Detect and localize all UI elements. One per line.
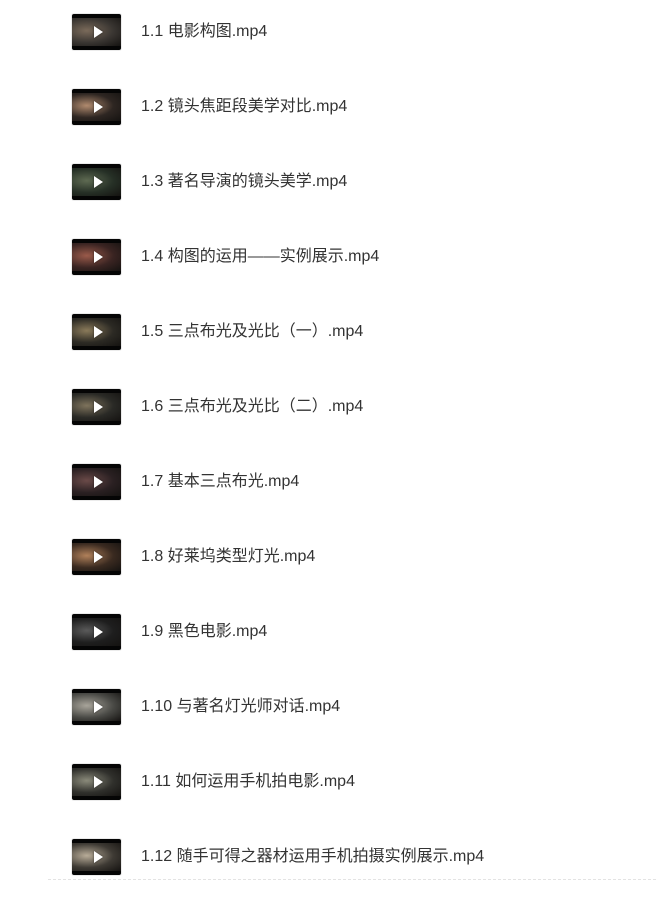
video-file-row[interactable]: 1.11 如何运用手机拍电影.mp4 [72, 764, 632, 800]
play-icon [93, 776, 103, 788]
video-file-name[interactable]: 1.2 镜头焦距段美学对比.mp4 [141, 96, 347, 118]
video-thumbnail[interactable] [72, 614, 121, 650]
video-file-row[interactable]: 1.5 三点布光及光比（一）.mp4 [72, 314, 632, 350]
letterbox-bar [72, 121, 121, 125]
video-file-row[interactable]: 1.9 黑色电影.mp4 [72, 614, 632, 650]
video-thumbnail[interactable] [72, 839, 121, 875]
letterbox-bar [72, 46, 121, 50]
video-file-name[interactable]: 1.8 好莱坞类型灯光.mp4 [141, 546, 315, 568]
video-thumbnail[interactable] [72, 689, 121, 725]
video-file-name[interactable]: 1.6 三点布光及光比（二）.mp4 [141, 396, 363, 418]
video-file-name[interactable]: 1.7 基本三点布光.mp4 [141, 471, 299, 493]
video-thumbnail[interactable] [72, 164, 121, 200]
video-file-row[interactable]: 1.3 著名导演的镜头美学.mp4 [72, 164, 632, 200]
video-thumbnail[interactable] [72, 314, 121, 350]
play-icon [93, 401, 103, 413]
play-icon [93, 851, 103, 863]
video-thumbnail[interactable] [72, 239, 121, 275]
letterbox-bar [72, 721, 121, 725]
video-file-row[interactable]: 1.7 基本三点布光.mp4 [72, 464, 632, 500]
video-file-name[interactable]: 1.10 与著名灯光师对话.mp4 [141, 696, 340, 718]
play-icon [93, 551, 103, 563]
video-thumbnail[interactable] [72, 539, 121, 575]
list-end-divider [48, 879, 656, 880]
letterbox-bar [72, 271, 121, 275]
play-icon [93, 476, 103, 488]
video-file-name[interactable]: 1.11 如何运用手机拍电影.mp4 [141, 771, 355, 793]
play-icon [93, 701, 103, 713]
video-file-name[interactable]: 1.9 黑色电影.mp4 [141, 621, 267, 643]
video-file-name[interactable]: 1.3 著名导演的镜头美学.mp4 [141, 171, 347, 193]
play-icon [93, 326, 103, 338]
letterbox-bar [72, 571, 121, 575]
letterbox-bar [72, 871, 121, 875]
video-file-row[interactable]: 1.6 三点布光及光比（二）.mp4 [72, 389, 632, 425]
video-file-row[interactable]: 1.8 好莱坞类型灯光.mp4 [72, 539, 632, 575]
letterbox-bar [72, 346, 121, 350]
video-thumbnail[interactable] [72, 764, 121, 800]
video-file-row[interactable]: 1.1 电影构图.mp4 [72, 14, 632, 50]
video-file-row[interactable]: 1.4 构图的运用——实例展示.mp4 [72, 239, 632, 275]
video-file-name[interactable]: 1.12 随手可得之器材运用手机拍摄实例展示.mp4 [141, 846, 484, 868]
letterbox-bar [72, 421, 121, 425]
video-file-row[interactable]: 1.10 与著名灯光师对话.mp4 [72, 689, 632, 725]
video-thumbnail[interactable] [72, 464, 121, 500]
play-icon [93, 176, 103, 188]
video-file-row[interactable]: 1.12 随手可得之器材运用手机拍摄实例展示.mp4 [72, 839, 632, 875]
play-icon [93, 26, 103, 38]
video-thumbnail[interactable] [72, 14, 121, 50]
play-icon [93, 626, 103, 638]
video-file-name[interactable]: 1.1 电影构图.mp4 [141, 21, 267, 43]
letterbox-bar [72, 496, 121, 500]
video-file-name[interactable]: 1.5 三点布光及光比（一）.mp4 [141, 321, 363, 343]
video-thumbnail[interactable] [72, 389, 121, 425]
video-thumbnail[interactable] [72, 89, 121, 125]
letterbox-bar [72, 196, 121, 200]
letterbox-bar [72, 796, 121, 800]
video-file-row[interactable]: 1.2 镜头焦距段美学对比.mp4 [72, 89, 632, 125]
letterbox-bar [72, 646, 121, 650]
video-file-name[interactable]: 1.4 构图的运用——实例展示.mp4 [141, 246, 379, 268]
play-icon [93, 251, 103, 263]
play-icon [93, 101, 103, 113]
